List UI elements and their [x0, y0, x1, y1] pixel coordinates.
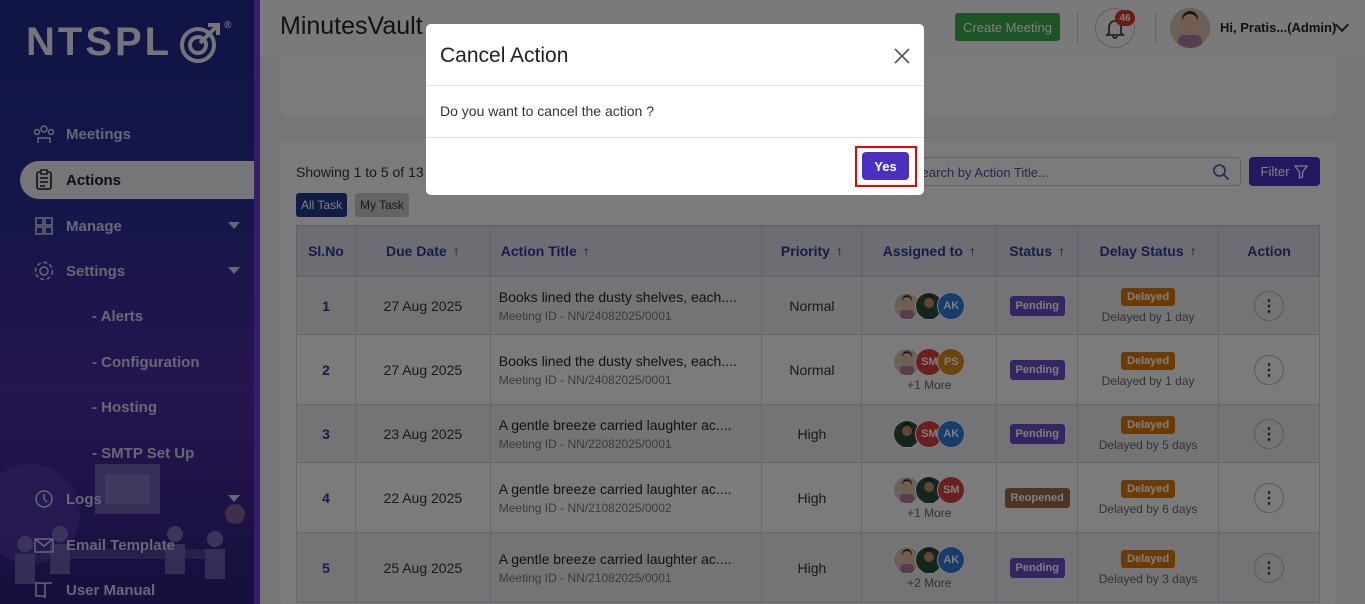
divider — [426, 85, 924, 86]
cancel-action-dialog: Cancel Action Do you want to cancel the … — [426, 24, 924, 195]
yes-button[interactable]: Yes — [862, 152, 909, 180]
dialog-title: Cancel Action — [440, 44, 569, 67]
dialog-message: Do you want to cancel the action ? — [440, 103, 655, 119]
divider — [426, 137, 924, 138]
close-icon[interactable] — [892, 46, 912, 66]
